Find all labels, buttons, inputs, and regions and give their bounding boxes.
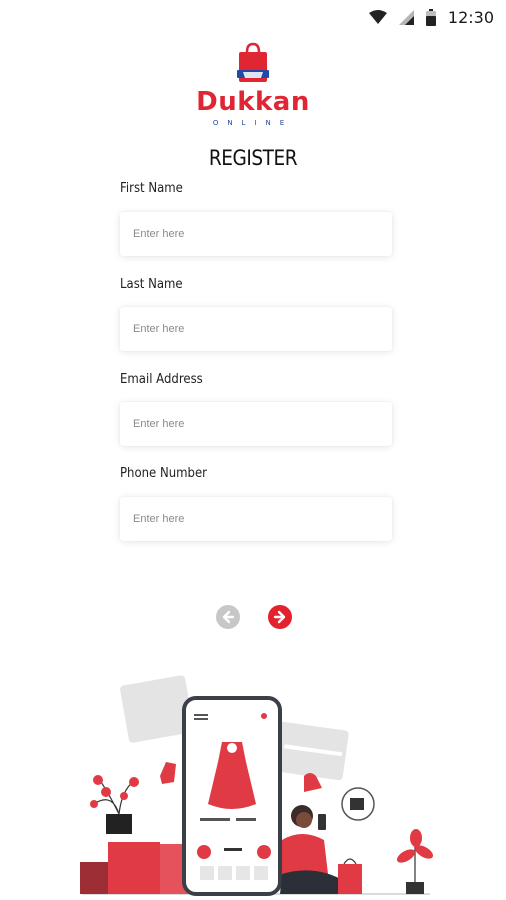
status-icons: 12:30 [368,6,494,28]
phone-label: Phone Number [120,466,207,481]
next-button[interactable] [268,605,292,629]
arrow-left-icon [222,610,235,624]
logo-wordmark: Dukkan [196,87,310,117]
logo-tagline: ONLINE [212,119,294,127]
email-field [120,402,392,446]
status-time: 12:30 [447,7,494,27]
battery-icon [425,8,436,26]
first-name-field [120,212,392,256]
signal-icon [398,9,414,25]
first-name-input[interactable] [120,212,392,256]
shopping-bag-icon [237,42,269,82]
last-name-input[interactable] [120,307,392,351]
email-label: Email Address [120,372,203,387]
previous-button[interactable] [216,605,240,629]
email-input[interactable] [120,402,392,446]
phone-field [120,497,392,541]
status-bar: 12:30 [0,0,506,34]
shopping-illustration [80,675,434,896]
arrow-right-icon [273,610,286,624]
last-name-field [120,307,392,351]
last-name-label: Last Name [120,277,183,292]
page-title: REGISTER [208,146,298,170]
wifi-icon [368,10,387,24]
app-logo: Dukkan ONLINE [195,42,311,132]
phone-input[interactable] [120,497,392,541]
first-name-label: First Name [120,181,183,196]
